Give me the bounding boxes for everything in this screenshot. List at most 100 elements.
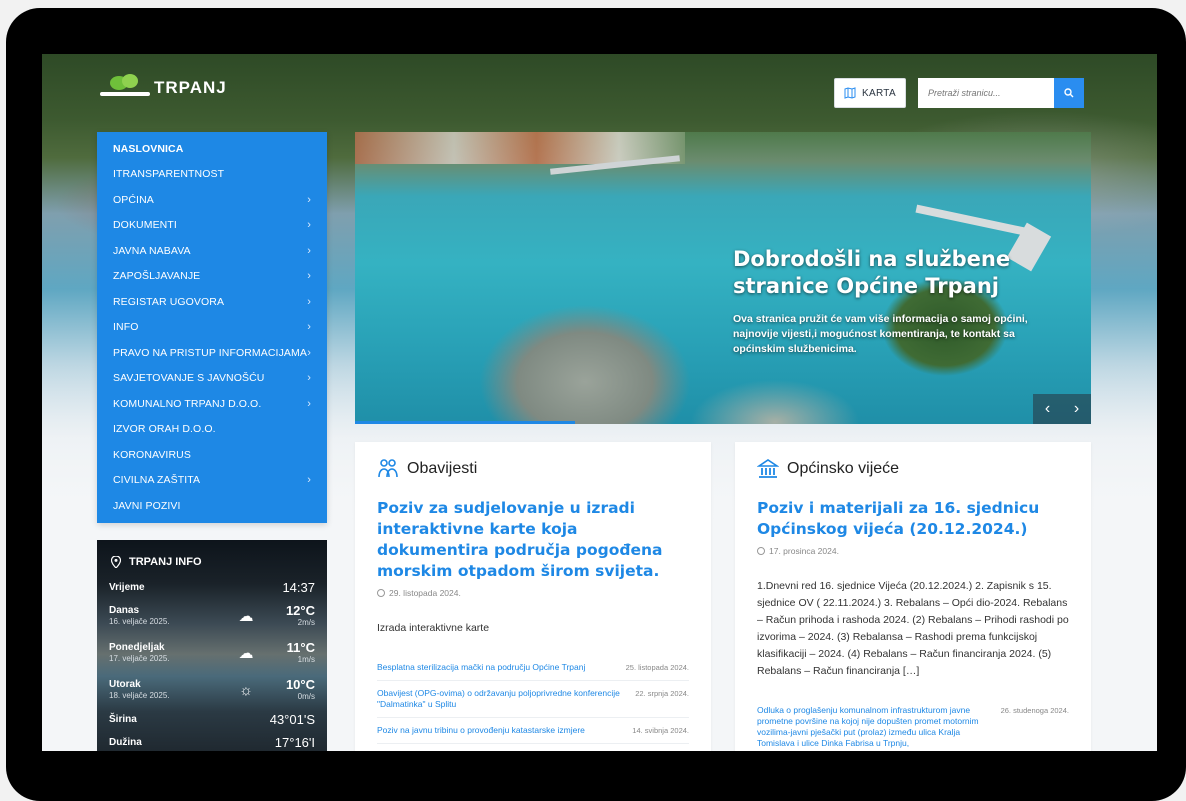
cloud-icon: ☁ (238, 608, 254, 625)
search-input[interactable] (918, 78, 1054, 108)
nav-item[interactable]: REGISTAR UGOVORA › (97, 289, 327, 315)
news-item-date: 22. srpnja 2024. (635, 689, 689, 698)
nav-item-label: IZVOR ORAH D.O.O. (113, 423, 216, 436)
search-button[interactable] (1054, 78, 1084, 108)
news-list-item[interactable]: JAVNI NATJEČAJ za davanje u zakup na pri… (377, 744, 689, 751)
slider-progress-bar (355, 421, 575, 424)
people-icon (378, 459, 398, 478)
council-featured-excerpt: 1.Dnevni red 16. sjednice Vijeća (20.12.… (757, 580, 1069, 677)
council-featured-title[interactable]: Poziv i materijali za 16. sjednicu Općin… (757, 498, 1069, 540)
chevron-right-icon: › (307, 321, 311, 334)
map-button[interactable]: KARTA (834, 78, 906, 108)
nav-item[interactable]: JAVNI POZIVI (97, 493, 327, 519)
news-item-title[interactable]: Besplatna sterilizacija mački na područj… (377, 662, 585, 673)
news-item-title[interactable]: Poziv na javnu tribinu o provođenju kata… (377, 725, 585, 736)
nav-item-label: ZAPOŠLJAVANJE (113, 270, 201, 283)
nav-item-label: CIVILNA ZAŠTITA (113, 474, 201, 487)
longitude-label: Dužina (109, 737, 142, 748)
forecast-day: Danas 16. veljače 2025. ☁ 12°C 2m/s (109, 601, 315, 631)
forecast-temperature: 12°C (285, 603, 315, 618)
longitude-value: 17°16'I (274, 735, 315, 750)
news-list-item[interactable]: Obavijest (OPG-ovima) o održavanju poljo… (377, 681, 689, 718)
info-title-text: TRPANJ INFO (129, 556, 202, 568)
main-navigation: NASLOVNICA ITRANSPARENTNOST OPĆINA › DOKUMEN… (97, 132, 327, 523)
news-list-item[interactable]: Besplatna sterilizacija mački na područj… (377, 655, 689, 681)
nav-item[interactable]: CIVILNA ZAŠTITA › (97, 468, 327, 494)
slider-controls: ‹ › (1033, 394, 1091, 424)
slider-prev-button[interactable]: ‹ (1045, 400, 1050, 418)
site-logo[interactable]: TRPANJ (100, 74, 227, 98)
chevron-right-icon: › (307, 219, 311, 232)
nav-item[interactable]: KOMUNALNO TRPANJ D.O.O. › (97, 391, 327, 417)
news-list-item[interactable]: Poziv na javnu tribinu o provođenju kata… (377, 718, 689, 744)
news-item-title[interactable]: Odluka o proglašenju komunalnom infrastr… (757, 705, 993, 749)
forecast-list: Danas 16. veljače 2025. ☁ 12°C 2m/s Ponedjelj… (109, 601, 315, 705)
nav-item[interactable]: ITRANSPARENTNOST (97, 162, 327, 188)
slider-image-breakwater (915, 204, 1035, 238)
nav-item-label: KOMUNALNO TRPANJ D.O.O. (113, 397, 262, 410)
chevron-right-icon: › (307, 193, 311, 206)
forecast-day-name: Utorak (109, 679, 141, 690)
forecast-temperature: 10°C (285, 677, 315, 692)
map-icon (844, 87, 856, 99)
forecast-day: Utorak 18. veljače 2025. ☼ 10°C 0m/s (109, 675, 315, 705)
latitude-value: 43°01'S (269, 712, 315, 727)
forecast-day-info: Ponedjeljak 17. veljače 2025. (109, 642, 170, 664)
logo-mark-icon (100, 74, 150, 98)
nav-item-label: NASLOVNICA (113, 142, 184, 155)
chevron-right-icon: › (307, 397, 311, 410)
council-featured-date: 17. prosinca 2024. (757, 546, 1069, 556)
nav-item[interactable]: JAVNA NABAVA › (97, 238, 327, 264)
council-heading: Općinsko vijeće (787, 460, 900, 477)
chevron-right-icon: › (307, 244, 311, 257)
news-item-date: 25. listopada 2024. (625, 663, 689, 672)
nav-item-label: INFO (113, 321, 139, 334)
notices-featured-title[interactable]: Poziv za sudjelovanje u izradi interakti… (377, 498, 689, 582)
search-icon (1064, 88, 1074, 98)
notices-featured-date-text: 29. listopada 2024. (389, 588, 461, 598)
forecast-day-name: Ponedjeljak (109, 642, 165, 653)
nav-item-label: KORONAVIRUS (113, 448, 191, 461)
nav-item-label: PRAVO NA PRISTUP INFORMACIJAMA (113, 346, 307, 359)
forecast-day-temp: 10°C 0m/s (271, 678, 315, 702)
slider-next-button[interactable]: › (1074, 400, 1079, 418)
logo-text: TRPANJ (154, 78, 227, 97)
forecast-day-temp: 12°C 2m/s (271, 604, 315, 628)
nav-item[interactable]: IZVOR ORAH D.O.O. (97, 417, 327, 443)
notices-featured-date: 29. listopada 2024. (377, 588, 689, 598)
nav-item-label: REGISTAR UGOVORA (113, 295, 225, 308)
nav-item[interactable]: INFO › (97, 315, 327, 341)
slider-caption: Dobrodošli na službene stranice Općine T… (733, 246, 1063, 357)
nav-item[interactable]: KORONAVIRUS (97, 442, 327, 468)
forecast-day-date: 16. veljače 2025. (109, 617, 170, 626)
notices-list: Besplatna sterilizacija mački na područj… (377, 655, 689, 751)
nav-item[interactable]: ZAPOŠLJAVANJE › (97, 264, 327, 290)
map-button-label: KARTA (862, 87, 896, 99)
latitude-label: Širina (109, 714, 137, 725)
forecast-day-name: Danas (109, 605, 140, 616)
nav-item[interactable]: NASLOVNICA (97, 136, 327, 162)
nav-item[interactable]: OPĆINA › (97, 187, 327, 213)
nav-item[interactable]: PRAVO NA PRISTUP INFORMACIJAMA › (97, 340, 327, 366)
nav-item[interactable]: SAVJETOVANJE S JAVNOŠĆU › (97, 366, 327, 392)
forecast-day-info: Utorak 18. veljače 2025. (109, 679, 170, 701)
notices-heading: Obavijesti (407, 460, 478, 477)
chevron-right-icon: › (307, 295, 311, 308)
clock-icon (757, 547, 765, 555)
council-header: Općinsko vijeće (757, 458, 1069, 480)
location-pin-icon (111, 556, 121, 568)
forecast-wind: 0m/s (297, 692, 315, 701)
nav-item[interactable]: DOKUMENTI › (97, 213, 327, 239)
forecast-wind: 1m/s (297, 655, 315, 664)
nav-item-label: SAVJETOVANJE S JAVNOŠĆU (113, 372, 265, 385)
news-list-item[interactable]: Odluka o proglašenju komunalnom infrastr… (757, 698, 1069, 751)
notices-header: Obavijesti (377, 458, 689, 480)
news-item-title[interactable]: Obavijest (OPG-ovima) o održavanju poljo… (377, 688, 627, 710)
nav-item-label: OPĆINA (113, 193, 154, 206)
time-label: Vrijeme (109, 582, 145, 593)
slider-heading: Dobrodošli na službene stranice Općine T… (733, 247, 1011, 298)
council-featured-date-text: 17. prosinca 2024. (769, 546, 839, 556)
forecast-day-info: Danas 16. veljače 2025. (109, 605, 170, 627)
clock-icon (377, 589, 385, 597)
info-title: TRPANJ INFO (111, 556, 315, 568)
